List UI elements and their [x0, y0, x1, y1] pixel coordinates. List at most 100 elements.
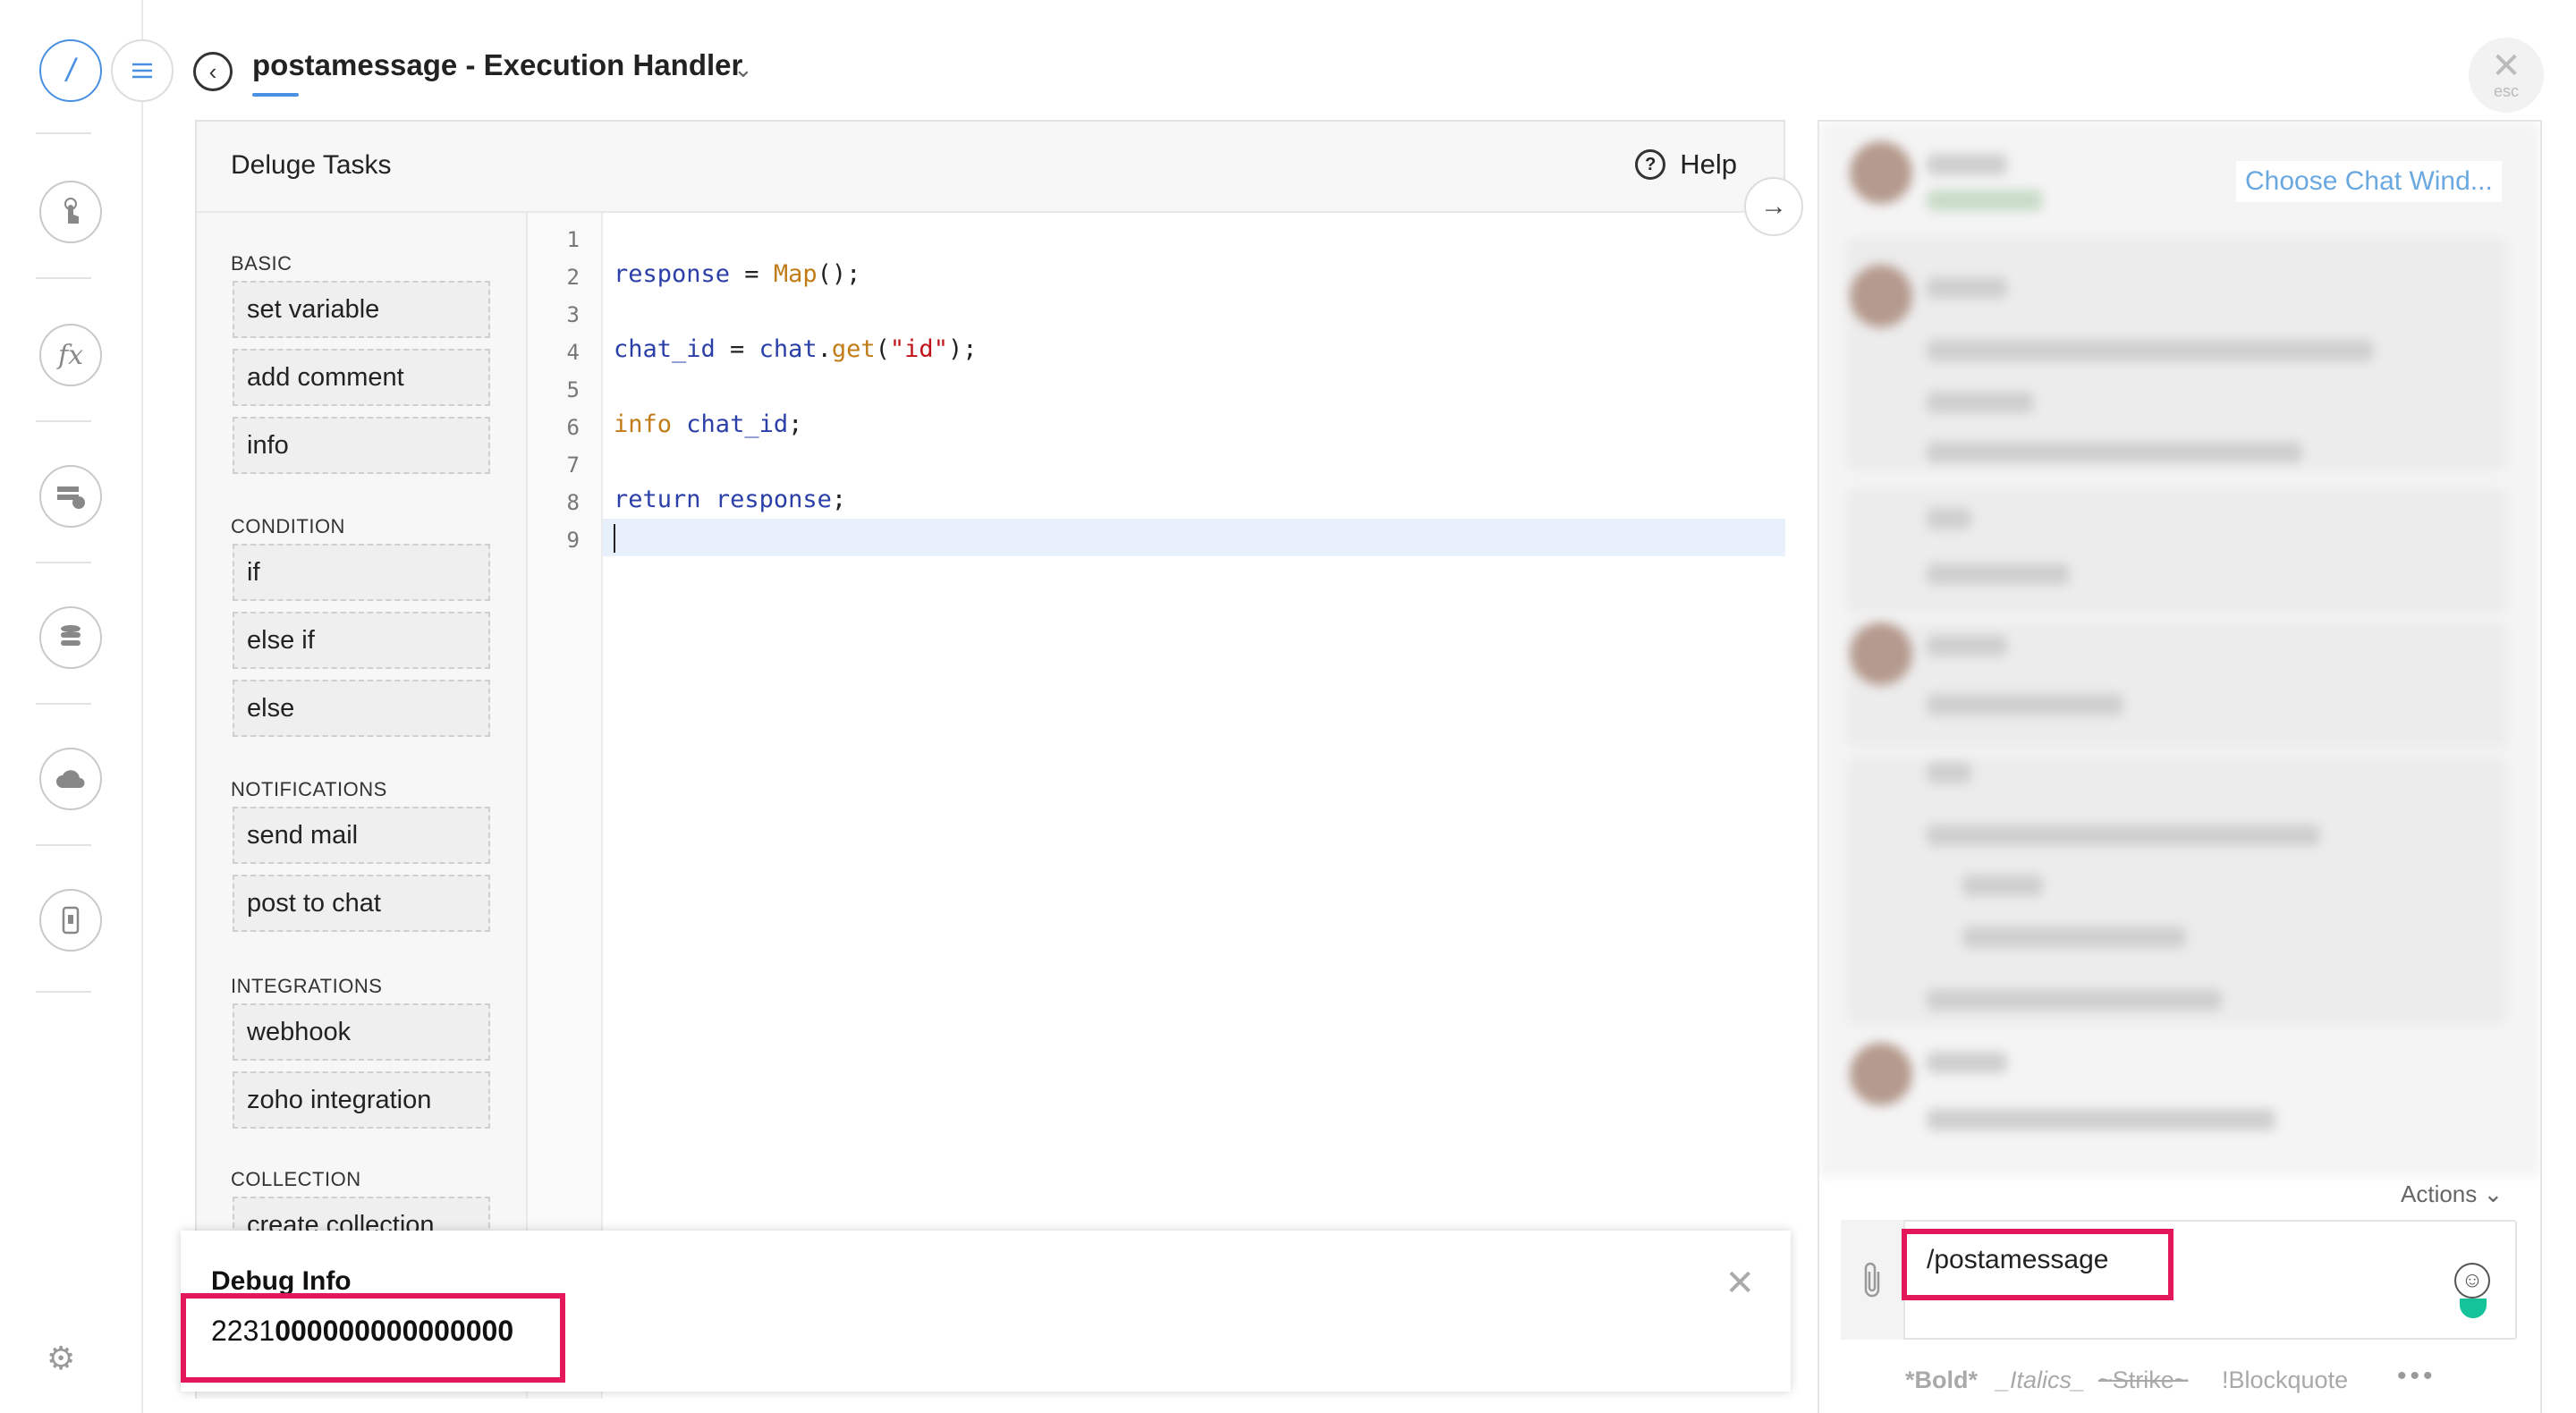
task-send-mail[interactable]: send mail: [233, 807, 490, 864]
blurred-text: [1927, 442, 2302, 463]
rail-divider: [36, 703, 91, 705]
blurred-text: [1927, 563, 2070, 585]
task-if[interactable]: if: [233, 544, 490, 601]
deluge-tasks-title: Deluge Tasks: [231, 150, 392, 180]
line-number: 1: [566, 227, 580, 252]
left-rail: / fx ⚙: [0, 0, 174, 1413]
avatar: [1850, 265, 1912, 327]
actions-label: Actions: [2401, 1180, 2478, 1207]
blurred-text: [1927, 392, 2034, 413]
esc-label: esc: [2493, 81, 2519, 100]
blurred-text: [1927, 825, 2320, 846]
code-line-8[interactable]: return response;: [603, 481, 1785, 519]
arrow-right-icon[interactable]: →: [1744, 177, 1803, 236]
task-else-if[interactable]: else if: [233, 612, 490, 669]
avatar: [1850, 622, 1912, 685]
blurred-message: [1846, 488, 2508, 613]
blurred-text: [1927, 508, 1971, 529]
rail-divider: [36, 277, 91, 279]
close-icon[interactable]: ✕: [1724, 1263, 1755, 1304]
message-input-text[interactable]: /postamessage: [1927, 1245, 2108, 1275]
attachment-icon[interactable]: [1841, 1220, 1905, 1340]
rail-divider: [36, 132, 91, 134]
code-line-2[interactable]: response = Map();: [603, 256, 1785, 293]
editor-panel: Deluge Tasks ? Help BASIC set variable a…: [195, 120, 1785, 1399]
app-root: / fx ⚙ ‹ postamessage - Execution Handle…: [0, 0, 2576, 1413]
page-title[interactable]: postamessage - Execution Handler: [252, 48, 742, 82]
blurred-text: [1927, 190, 2043, 211]
category-condition: CONDITION: [231, 515, 345, 537]
format-blockquote[interactable]: !Blockquote: [2222, 1366, 2348, 1394]
line-number: 6: [566, 415, 580, 440]
code-line-4[interactable]: chat_id = chat.get("id");: [603, 331, 1785, 368]
code-line-7[interactable]: [603, 444, 1785, 481]
line-number: 9: [566, 528, 580, 553]
function-icon[interactable]: fx: [39, 324, 102, 386]
database-icon[interactable]: [39, 606, 102, 669]
line-number: 8: [566, 490, 580, 515]
line-number: 4: [566, 340, 580, 365]
more-format-icon[interactable]: •••: [2397, 1361, 2436, 1392]
help-icon: ?: [1635, 149, 1666, 180]
avatar: [1850, 141, 1912, 204]
task-set-variable[interactable]: set variable: [233, 281, 490, 338]
mobile-icon[interactable]: [39, 889, 102, 952]
avatar: [1850, 1043, 1912, 1105]
close-esc-button[interactable]: ✕ esc: [2469, 38, 2544, 113]
choose-chat-window-link[interactable]: Choose Chat Wind...: [2236, 161, 2502, 202]
task-info[interactable]: info: [233, 417, 490, 474]
category-basic: BASIC: [231, 252, 292, 275]
slash-command-icon[interactable]: /: [39, 39, 102, 102]
task-webhook[interactable]: webhook: [233, 1003, 490, 1061]
debug-value-bold: 000000000000000: [275, 1315, 514, 1347]
code-line-5[interactable]: [603, 368, 1785, 406]
blurred-text: [1927, 762, 1971, 783]
message-composer[interactable]: [1841, 1220, 2517, 1340]
blurred-text: [1927, 340, 2374, 361]
rail-divider: [36, 844, 91, 846]
task-zoho-integration[interactable]: zoho integration: [233, 1071, 490, 1129]
code-editor[interactable]: response = Map(); chat_id = chat.get("id…: [603, 213, 1785, 1399]
code-line-9[interactable]: [603, 519, 1785, 556]
line-number: 7: [566, 453, 580, 478]
back-icon[interactable]: ‹: [193, 52, 233, 91]
settings-gear-icon[interactable]: ⚙: [47, 1340, 75, 1377]
rail-divider: [36, 562, 91, 563]
code-line-3[interactable]: [603, 293, 1785, 331]
debug-value[interactable]: 2231000000000000000: [211, 1315, 513, 1348]
emoji-icon[interactable]: ☺: [2454, 1263, 2490, 1299]
code-line-6[interactable]: info chat_id;: [603, 406, 1785, 444]
format-strike[interactable]: ~Strike~: [2098, 1366, 2189, 1394]
task-else[interactable]: else: [233, 680, 490, 737]
blurred-message: [1846, 757, 2508, 1025]
chevron-down-icon: ⌄: [2483, 1180, 2504, 1207]
blurred-text: [1962, 875, 2043, 896]
schedule-icon[interactable]: [39, 465, 102, 528]
category-collection: COLLECTION: [231, 1168, 361, 1190]
debug-value-prefix: 2231: [211, 1315, 275, 1347]
blurred-text: [1927, 989, 2222, 1011]
blurred-text: [1927, 1109, 2275, 1130]
tasks-sidebar: BASIC set variable add comment info COND…: [197, 213, 528, 1399]
help-label: Help: [1680, 148, 1737, 180]
debug-info-panel: Debug Info ✕ 2231000000000000000: [181, 1231, 1791, 1392]
menu-icon[interactable]: [111, 39, 174, 102]
touch-icon[interactable]: [39, 181, 102, 243]
code-line-1[interactable]: [603, 218, 1785, 256]
rail-divider: [36, 991, 91, 993]
text-cursor: [614, 523, 615, 553]
task-post-to-chat[interactable]: post to chat: [233, 875, 490, 932]
task-add-comment[interactable]: add comment: [233, 349, 490, 406]
blurred-text: [1927, 635, 2007, 656]
help-button[interactable]: ? Help: [1635, 148, 1737, 181]
category-notifications: NOTIFICATIONS: [231, 778, 387, 800]
line-number: 3: [566, 302, 580, 327]
format-bold[interactable]: *Bold*: [1905, 1366, 1978, 1394]
blurred-text: [1927, 1052, 2007, 1073]
chevron-down-icon[interactable]: ⌄: [733, 55, 753, 83]
cloud-icon[interactable]: [39, 748, 102, 810]
format-italics[interactable]: _Italics_: [1996, 1366, 2085, 1394]
actions-dropdown[interactable]: Actions ⌄: [2401, 1180, 2503, 1208]
blurred-chat-history: [1819, 122, 2540, 1177]
line-number: 2: [566, 265, 580, 290]
